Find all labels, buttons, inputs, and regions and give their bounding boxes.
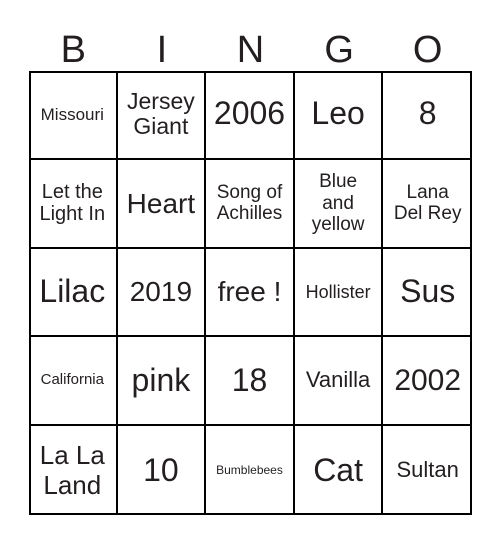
bingo-cell[interactable]: Vanilla [294,337,384,427]
bingo-cell[interactable]: 2002 [383,337,472,427]
bingo-cell[interactable]: Sus [383,249,472,338]
cell-text: Sus [400,273,456,310]
header-letter-n: N [236,29,265,71]
bingo-grid: Missouri Jersey Giant 2006 Leo 8 Let the Ligh… [29,71,472,515]
cell-text: Missouri [40,104,104,124]
cell-text: 2019 [129,276,193,308]
cell-text: free ! [217,276,282,308]
bingo-cell[interactable]: Blue and yellow [294,159,384,249]
bingo-cell[interactable]: Bumblebees [206,426,295,515]
cell-text: Jersey Giant [127,87,195,140]
bingo-cell[interactable]: Lana Del Rey [383,160,472,249]
bingo-cell[interactable]: Lilac [29,248,118,338]
bingo-cell[interactable]: free ! [206,248,295,338]
bingo-cell[interactable]: Heart [117,159,207,249]
cell-text: 2002 [394,363,462,397]
cell-text: California [40,371,104,389]
cell-text: Sultan [396,457,459,483]
header-letter-b: B [60,29,86,71]
bingo-cell[interactable]: 2006 [206,71,295,160]
cell-text: Song of Achilles [216,181,283,225]
bingo-cell[interactable]: Sultan [383,426,472,515]
cell-text: Hollister [305,281,371,302]
bingo-cell[interactable]: 10 [118,426,207,515]
bingo-cell[interactable]: Jersey Giant [117,71,207,160]
cell-text: Bumblebees [216,462,283,477]
cell-text: Let the Light In [39,180,106,226]
bingo-cell[interactable]: Leo [294,71,384,160]
cell-text: 2006 [213,95,286,132]
header-letter-o: O [412,29,443,71]
bingo-cell[interactable]: Missouri [29,71,118,160]
cell-text: Cat [313,451,363,488]
bingo-cell[interactable]: Cat [295,426,384,515]
cell-text: pink [131,361,191,398]
cell-text: 8 [418,95,437,132]
bingo-cell[interactable]: California [29,337,118,427]
cell-text: Vanilla [305,367,371,393]
cell-text: La La Land [39,440,105,500]
header-letter-g: G [324,29,354,71]
cell-text: 18 [231,361,268,398]
cell-text: 10 [143,451,179,488]
cell-text: Lana Del Rey [393,181,462,225]
bingo-cell[interactable]: Hollister [294,248,384,338]
cell-text: Leo [311,95,365,132]
bingo-cell[interactable]: pink [117,337,207,427]
cell-text: Blue and yellow [311,171,365,235]
cell-text: Heart [126,187,196,219]
bingo-cell[interactable]: Song of Achilles [206,159,295,249]
cell-text: Lilac [39,273,106,310]
bingo-cell[interactable]: 8 [383,71,472,160]
bingo-cell[interactable]: 2019 [117,248,207,338]
bingo-cell[interactable]: La La Land [29,426,118,515]
bingo-cell[interactable]: Let the Light In [29,159,118,249]
header-letter-i: I [156,29,168,71]
bingo-cell[interactable]: 18 [206,337,295,427]
